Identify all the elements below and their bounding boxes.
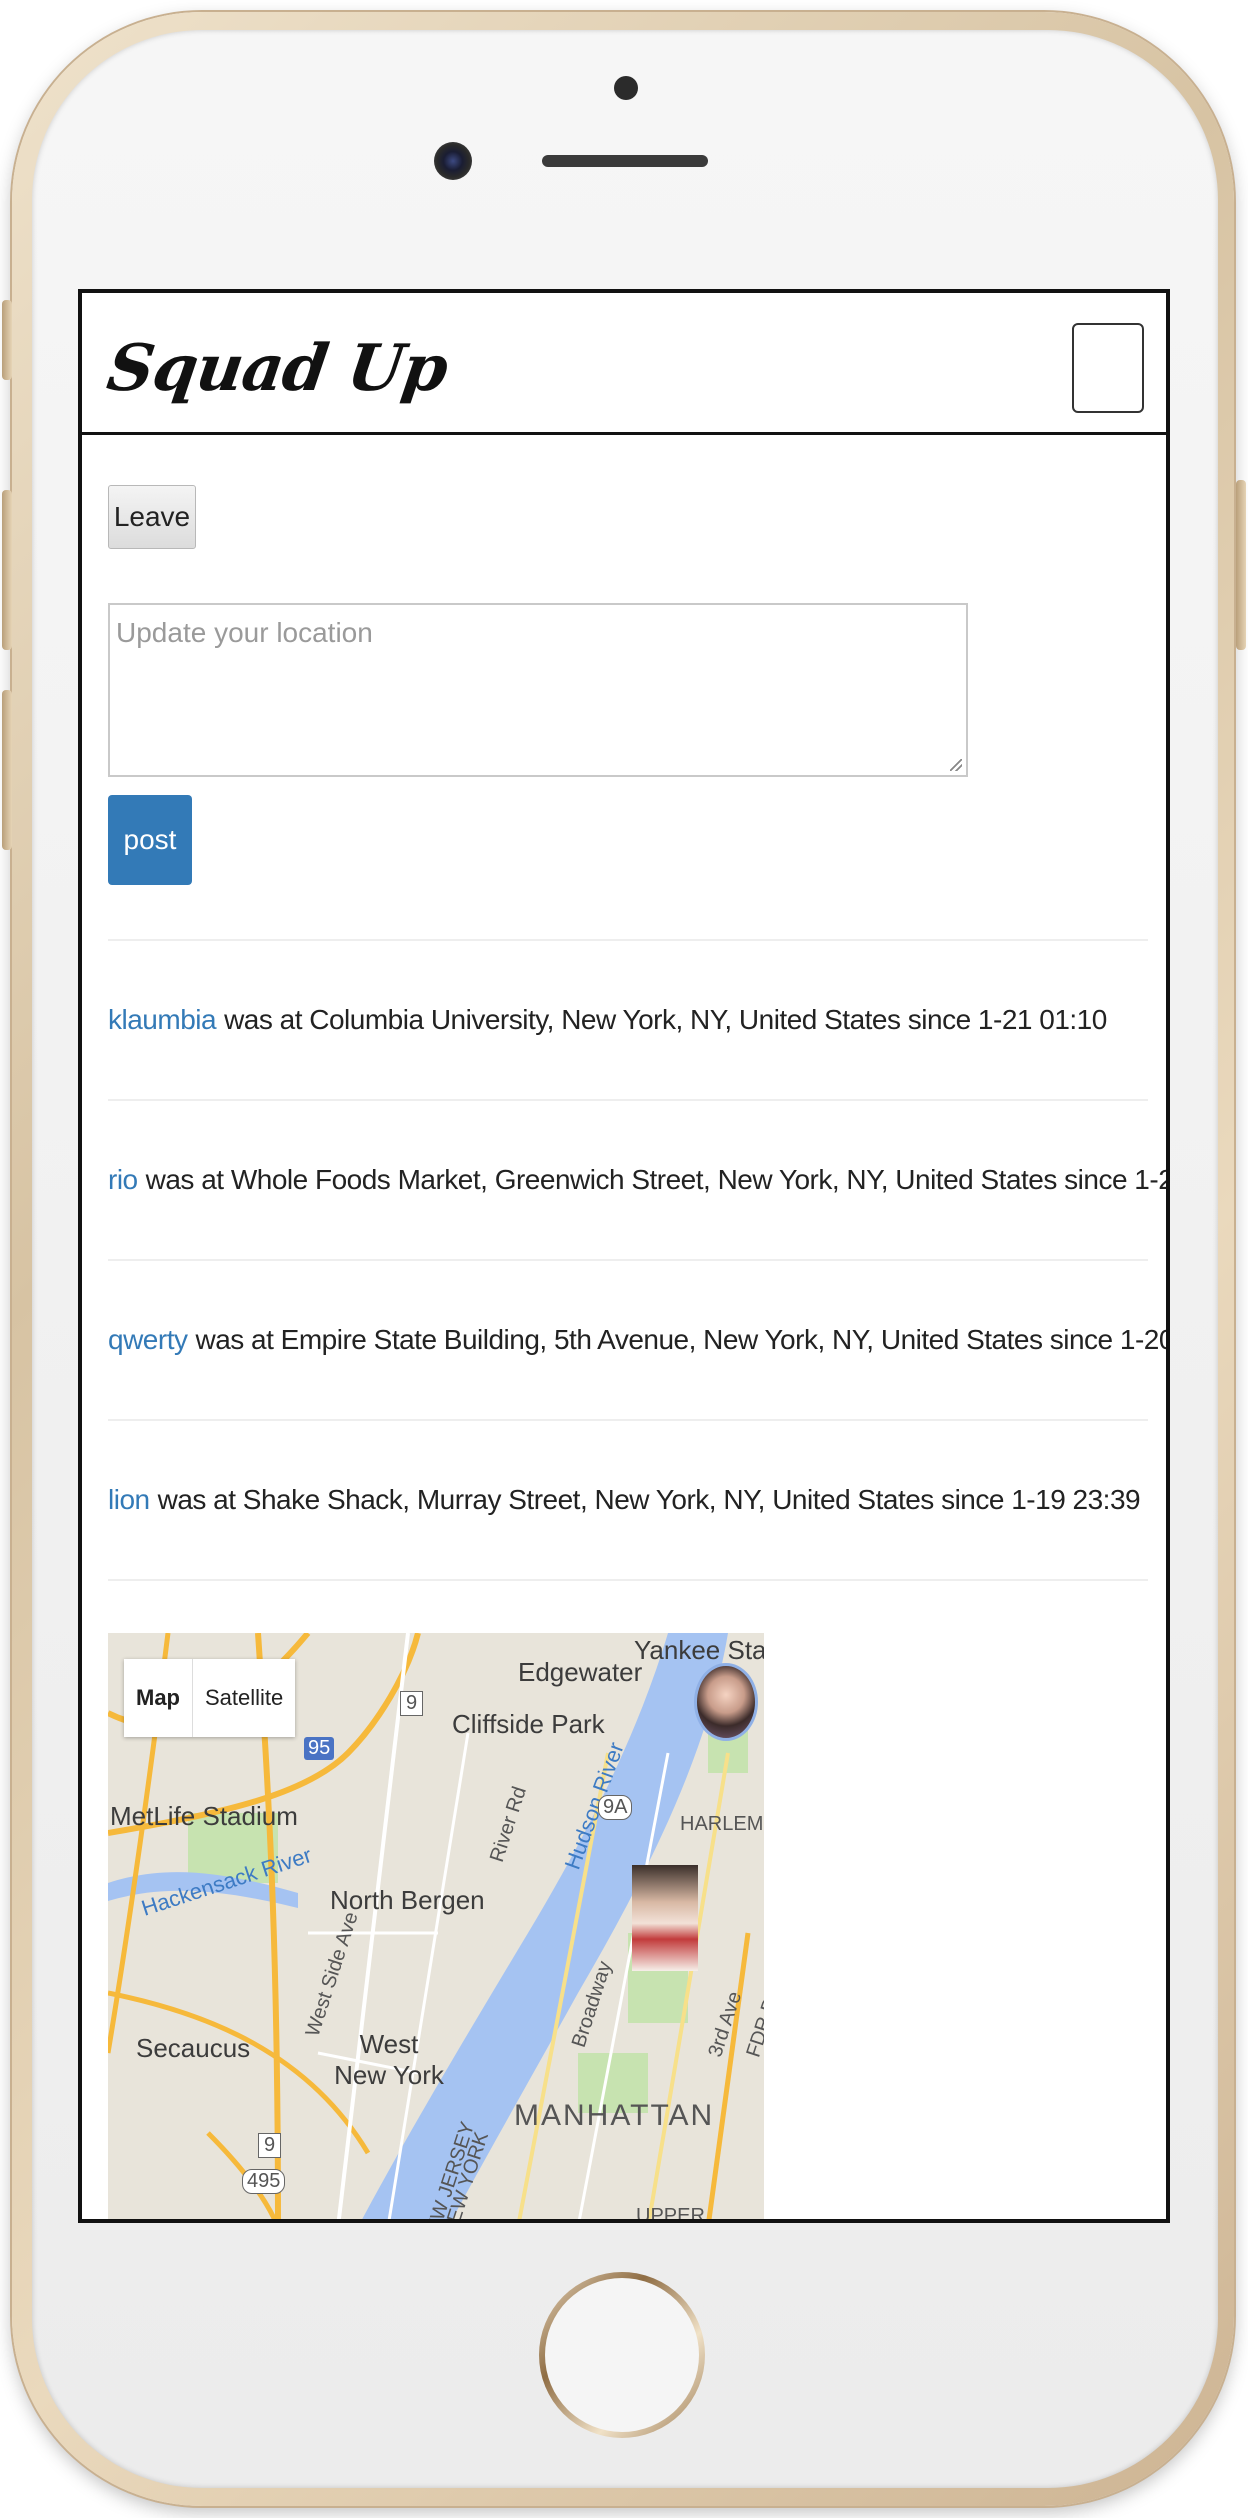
feed-item: rio was at Whole Foods Market, Greenwich… — [108, 1101, 1166, 1261]
map-label-north-bergen: North Bergen — [330, 1885, 485, 1915]
route-95-shield-icon: 95 — [304, 1737, 335, 1760]
location-input[interactable]: Update your location — [108, 603, 968, 777]
feed-item: lion was at Shake Shack, Murray Street, … — [108, 1421, 1148, 1581]
front-camera-icon — [434, 142, 472, 180]
feed-user-link[interactable]: rio — [108, 1164, 138, 1196]
map-view[interactable]: Map Satellite Yankee Stadi Edgewater Cli… — [108, 1633, 764, 2223]
map-label-manhattan: MANHATTAN — [514, 2099, 715, 2132]
phone-screen: Squad Up Leave Update your location post… — [78, 289, 1170, 2223]
home-button[interactable] — [539, 2272, 705, 2438]
map-label-upper: UPPER — [636, 2205, 705, 2223]
map-type-toggle: Map Satellite — [124, 1659, 296, 1737]
feed-item: klaumbia was at Columbia University, New… — [108, 941, 1148, 1101]
feed-text: was at Empire State Building, 5th Avenue… — [195, 1324, 1170, 1355]
feed-text: was at Shake Shack, Murray Street, New Y… — [157, 1484, 1141, 1515]
feed-text: was at Whole Foods Market, Greenwich Str… — [145, 1164, 1170, 1195]
map-label-edgewater: Edgewater — [518, 1657, 643, 1687]
feed-user-link[interactable]: lion — [108, 1484, 150, 1516]
feed-item: qwerty was at Empire State Building, 5th… — [108, 1261, 1166, 1421]
map-type-map[interactable]: Map — [124, 1659, 193, 1737]
phone-side-button — [2, 300, 12, 380]
phone-power-button — [1236, 480, 1246, 650]
route-9-shield-icon: 9 — [400, 1691, 424, 1716]
feed-user-link[interactable]: klaumbia — [108, 1004, 217, 1036]
user-photo-marker[interactable] — [632, 1865, 698, 1971]
map-label-metlife: MetLife Stadium — [110, 1801, 298, 1831]
proximity-sensor — [614, 76, 638, 100]
resize-handle-icon[interactable] — [950, 759, 962, 771]
route-495-shield-icon: 495 — [242, 2169, 286, 2194]
map-label-west-new-york: West New York — [334, 2029, 444, 2090]
brand-logo[interactable]: Squad Up — [103, 331, 452, 406]
post-button[interactable]: post — [108, 795, 192, 885]
location-placeholder: Update your location — [116, 617, 373, 648]
route-9a-shield-icon: 9A — [598, 1795, 633, 1820]
map-label-secaucus: Secaucus — [136, 2033, 251, 2063]
map-label-cliffside: Cliffside Park — [452, 1709, 605, 1739]
location-feed: klaumbia was at Columbia University, New… — [108, 939, 1166, 1581]
feed-user-link[interactable]: qwerty — [108, 1324, 188, 1356]
map-label-yankee: Yankee Stadi — [634, 1635, 764, 1665]
feed-text: was at Columbia University, New York, NY… — [224, 1004, 1107, 1035]
map-type-satellite[interactable]: Satellite — [193, 1659, 295, 1737]
menu-toggle-button[interactable] — [1072, 323, 1144, 413]
map-label-harlem: HARLEM — [680, 1813, 764, 1835]
earpiece-speaker — [542, 155, 708, 167]
leave-button[interactable]: Leave — [108, 485, 196, 549]
phone-volume-up — [2, 490, 12, 650]
phone-volume-down — [2, 690, 12, 850]
navbar: Squad Up — [82, 293, 1166, 435]
route-9-south-shield-icon: 9 — [258, 2133, 282, 2158]
user-avatar-marker[interactable] — [694, 1663, 758, 1741]
